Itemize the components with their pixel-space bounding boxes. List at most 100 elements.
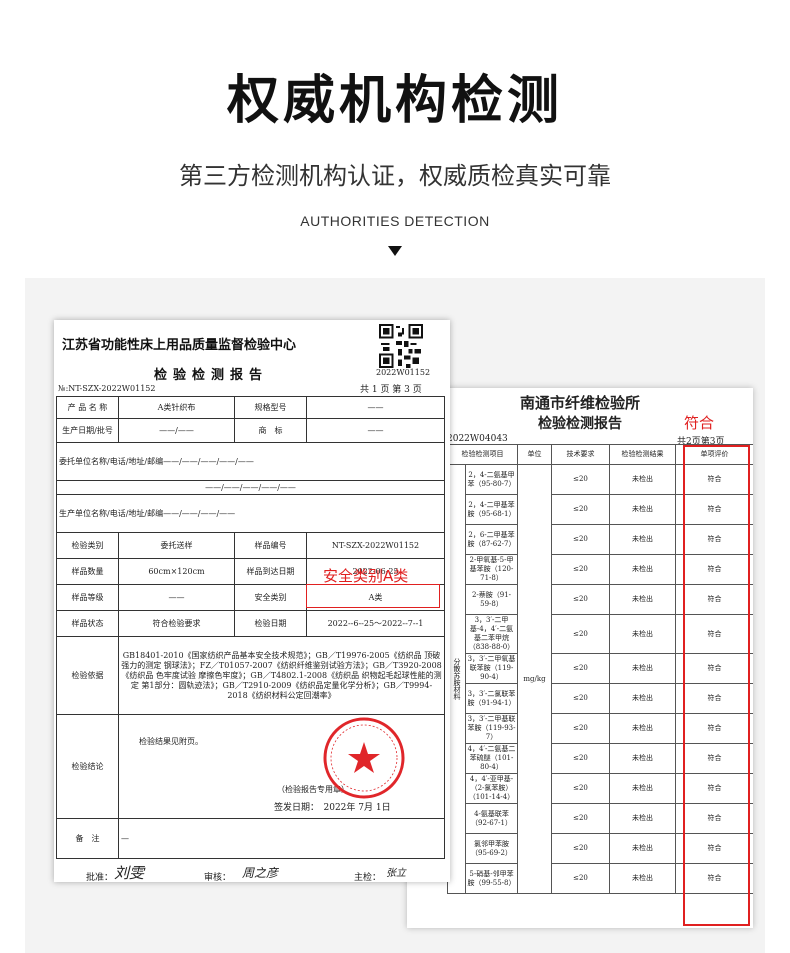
item-name: 2-甲氧基-5-甲基苯胺（120-71-8） (465, 554, 518, 585)
product-name-label: 产 品 名 称 (56, 396, 119, 419)
item-requirement: ≤20 (551, 554, 610, 585)
item-requirement: ≤20 (551, 713, 610, 744)
qty-label: 样品数量 (56, 558, 119, 585)
mid-value: ——/——/——/——/—— (205, 482, 296, 492)
highlight-label-conform: 符合 (684, 414, 715, 432)
signature-row: 批准： 刘雯 审核： 周之彦 主检： 张立 (54, 858, 450, 882)
report-number: 2022W04043 (447, 434, 508, 444)
table-row: 生产日期/批号 ——/—— 商 标 —— (56, 418, 445, 443)
grade-value: —— (118, 584, 235, 611)
item-requirement: ≤20 (551, 833, 610, 864)
header-item: 检验检测项目 (447, 444, 518, 465)
remark-label: 备 注 (56, 818, 119, 859)
item-result: 未检出 (609, 584, 676, 615)
qr-code-icon (379, 324, 423, 368)
date-label: 生产日期/批号 (56, 418, 119, 443)
spec-value: —— (306, 396, 445, 419)
item-requirement: ≤20 (551, 863, 610, 894)
item-requirement: ≤20 (551, 614, 610, 654)
table-row: 检验类别 委托送样 样品编号 NT-SZX-2022W01152 (56, 532, 445, 559)
item-name: 3，3′-二氯联苯胺（91-94-1） (465, 683, 518, 714)
table-row: 委托单位名称/电话/地址/邮编——/——/——/——/—— (56, 442, 445, 481)
header-unit: 单位 (517, 444, 552, 465)
brand-label: 商 标 (234, 418, 307, 443)
maker-cell: 生产单位名称/电话/地址/邮编——/——/——/—— (56, 494, 445, 533)
brand-value: —— (306, 418, 445, 443)
mid-cell: ——/——/——/——/—— (56, 480, 445, 495)
approve-label: 批准： (86, 873, 114, 882)
qty-value: 60cm×120cm (118, 558, 235, 585)
highlight-label-safety: 安全类别A类 (323, 567, 409, 585)
item-result: 未检出 (609, 773, 676, 804)
item-result: 未检出 (609, 554, 676, 585)
item-result: 未检出 (609, 803, 676, 834)
report-nantong: 南通市纤维检验所 检验检测报告 2022W04043 共2页第3页 检验检测项目… (407, 388, 753, 928)
item-result: 未检出 (609, 683, 676, 714)
item-requirement: ≤20 (551, 683, 610, 714)
item-requirement: ≤20 (551, 464, 610, 495)
item-result: 未检出 (609, 494, 676, 525)
sample-no-value: NT-SZX-2022W01152 (306, 532, 445, 559)
side-label: 分散苏胺材料 (447, 464, 466, 894)
conclusion-label: 检验结论 (56, 714, 119, 819)
item-name: 4，4′-亚甲基-（2-氯苯胺）（101-14-4） (465, 773, 518, 804)
item-name: 4-氨基联苯（92-67-1） (465, 803, 518, 834)
test-date-label: 检验日期 (234, 610, 307, 637)
date-value: ——/—— (118, 418, 235, 443)
item-result: 未检出 (609, 524, 676, 555)
test-date-value: 2022--6--25～2022--7--1 (306, 610, 445, 637)
qr-code-number: 2022W01152 (376, 368, 431, 377)
down-arrow-icon (388, 246, 402, 256)
review-label: 审核： (204, 873, 232, 882)
table-row: 样品状态 符合检验要求 检验日期 2022--6--25～2022--7--1 (56, 610, 445, 637)
table-row: 生产单位名称/电话/地址/邮编——/——/——/—— (56, 494, 445, 533)
inspect-label: 主检： (354, 873, 382, 882)
page-subtitle: 第三方检测机构认证，权威质检真实可靠 (179, 162, 611, 190)
table-row: 产 品 名 称 A类针织布 规格型号 —— (56, 396, 445, 419)
item-name: 5-硝基-邻甲苯胺（99-55-8） (465, 863, 518, 894)
report-page: 共 1 页 第 3 页 (360, 385, 422, 395)
grade-label: 样品等级 (56, 584, 119, 611)
item-result: 未检出 (609, 713, 676, 744)
type-label: 检验类别 (56, 532, 119, 559)
unit-cell: mg/kg (517, 464, 552, 894)
client-label: 委托单位名称/电话/地址/邮编 (59, 456, 164, 466)
item-requirement: ≤20 (551, 653, 610, 684)
item-name: 4，4′-二氨基二苯硫醚（101-80-4） (465, 743, 518, 774)
item-requirement: ≤20 (551, 743, 610, 774)
item-name: 氯邻甲苯胺（95-69-2） (465, 833, 518, 864)
item-requirement: ≤20 (551, 494, 610, 525)
item-name: 2，6-二甲基苯胺（87-62-7） (465, 524, 518, 555)
item-result: 未检出 (609, 653, 676, 684)
product-name-value: A类针织布 (118, 396, 235, 419)
basis-value: GB18401-2010《国家纺织产品基本安全技术规范》；GB／T19976-2… (118, 636, 445, 715)
item-result: 未检出 (609, 863, 676, 894)
issue-date: 签发日期： 2022年 7月 1日 (274, 803, 391, 813)
state-label: 样品状态 (56, 610, 119, 637)
item-name: 2，4-二氨基甲苯（95-80-7） (465, 464, 518, 495)
item-result: 未检出 (609, 743, 676, 774)
item-result: 未检出 (609, 614, 676, 654)
highlight-box-evaluation (683, 445, 750, 926)
basis-label: 检验依据 (56, 636, 119, 715)
table-row: 检验依据 GB18401-2010《国家纺织产品基本安全技术规范》；GB／T19… (56, 636, 445, 715)
table-row: ——/——/——/——/—— (56, 480, 445, 495)
item-requirement: ≤20 (551, 803, 610, 834)
item-requirement: ≤20 (551, 524, 610, 555)
arrival-label: 样品到达日期 (234, 558, 307, 585)
client-value: ——/——/——/——/—— (163, 456, 254, 466)
highlight-box-safety (306, 584, 440, 608)
report-title: 检验检测报告 (154, 368, 269, 383)
type-value: 委托送样 (118, 532, 235, 559)
inspect-signature: 张立 (386, 868, 406, 879)
item-name: 3，3′-二甲氧基联苯胺（119-90-4） (465, 653, 518, 684)
item-requirement: ≤20 (551, 773, 610, 804)
spec-label: 规格型号 (234, 396, 307, 419)
hero-section: 权威机构检测 第三方检测机构认证，权威质检真实可靠 AUTHORITIES DE… (0, 0, 790, 280)
report-org-name: 南通市纤维检验所 (519, 394, 640, 412)
official-seal-icon (323, 717, 405, 799)
sample-no-label: 样品编号 (234, 532, 307, 559)
item-name: 2，4-二甲基苯胺（95-68-1） (465, 494, 518, 525)
report-number: №:NT-SZX-2022W01152 (58, 384, 156, 393)
remark-value: — (118, 818, 445, 859)
